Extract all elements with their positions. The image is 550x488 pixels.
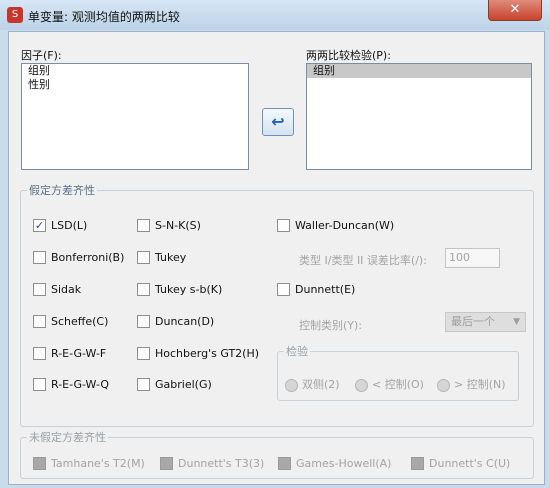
- two-sided-radio[interactable]: 双侧(2): [285, 378, 340, 394]
- checkbox-icon: [137, 314, 150, 328]
- checkbox-icon: [33, 282, 46, 296]
- games-howell-checkbox[interactable]: Games-Howell(A): [278, 456, 392, 473]
- tukey-b-label: Tukey s-b(K): [155, 283, 223, 296]
- dunnett-c-label: Dunnett's C(U): [429, 457, 511, 470]
- greater-control-label: > 控制(N): [454, 378, 506, 391]
- equal-variance-legend: 假定方差齐性: [29, 184, 95, 197]
- waller-duncan-checkbox[interactable]: Waller-Duncan(W): [277, 218, 395, 235]
- checkbox-icon: [137, 346, 150, 360]
- hochberg-label: Hochberg's GT2(H): [155, 347, 260, 360]
- tukey-label: Tukey: [155, 251, 187, 264]
- checkbox-icon: [137, 282, 150, 296]
- scheffe-label: Scheffe(C): [51, 315, 109, 328]
- check-icon: ✓: [33, 218, 46, 232]
- bonferroni-label: Bonferroni(B): [51, 251, 125, 264]
- duncan-label: Duncan(D): [155, 315, 215, 328]
- tamhane-checkbox[interactable]: Tamhane's T2(M): [33, 456, 145, 473]
- radio-icon: [437, 378, 450, 392]
- lsd-checkbox[interactable]: ✓ LSD(L): [33, 218, 88, 235]
- radio-icon: [285, 378, 298, 392]
- test-legend: 检验: [286, 345, 308, 358]
- snk-label: S-N-K(S): [155, 219, 201, 232]
- dunnett-label: Dunnett(E): [295, 283, 356, 296]
- waller-duncan-label: Waller-Duncan(W): [295, 219, 395, 232]
- posthoc-label: 两两比较检验(P):: [306, 49, 391, 62]
- less-control-label: < 控制(O): [372, 378, 424, 391]
- factors-list[interactable]: 组别 性别: [21, 63, 249, 170]
- checkbox-icon: [33, 346, 46, 360]
- hochberg-checkbox[interactable]: Hochberg's GT2(H): [137, 346, 260, 363]
- lsd-label: LSD(L): [51, 219, 88, 232]
- posthoc-list[interactable]: 组别: [306, 63, 532, 170]
- checkbox-icon: [33, 377, 46, 391]
- checkbox-icon: [33, 314, 46, 328]
- checkbox-icon: [277, 218, 290, 232]
- checkbox-icon: [411, 456, 424, 470]
- move-right-button[interactable]: ↩: [262, 108, 294, 136]
- regwf-label: R-E-G-W-F: [51, 347, 107, 360]
- two-sided-label: 双侧(2): [302, 378, 340, 391]
- control-category-label: 控制类别(Y):: [299, 319, 363, 332]
- dunnett-c-checkbox[interactable]: Dunnett's C(U): [411, 456, 511, 473]
- title-bar: S 单变量: 观测均值的两两比较 ✕: [0, 0, 550, 30]
- dunnett-t3-label: Dunnett's T3(3): [178, 457, 265, 470]
- bonferroni-checkbox[interactable]: Bonferroni(B): [33, 250, 125, 267]
- chevron-down-icon: ▼: [513, 317, 520, 327]
- regwq-checkbox[interactable]: R-E-G-W-Q: [33, 377, 109, 394]
- tamhane-label: Tamhane's T2(M): [51, 457, 145, 470]
- error-ratio-label: 类型 I/类型 II 误差比率(/):: [299, 254, 427, 267]
- list-item[interactable]: 组别: [307, 64, 531, 78]
- app-icon: S: [7, 7, 23, 23]
- control-category-select[interactable]: 最后一个 ▼: [445, 312, 526, 332]
- list-item[interactable]: 性别: [22, 78, 248, 92]
- checkbox-icon: [160, 456, 173, 470]
- radio-icon: [355, 378, 368, 392]
- factors-label: 因子(F):: [21, 49, 62, 62]
- snk-checkbox[interactable]: S-N-K(S): [137, 218, 201, 235]
- checkbox-icon: [278, 456, 291, 470]
- checkbox-icon: [33, 250, 46, 264]
- window-title: 单变量: 观测均值的两两比较: [28, 10, 180, 24]
- checkbox-icon: [137, 218, 150, 232]
- tukey-checkbox[interactable]: Tukey: [137, 250, 187, 267]
- checkbox-icon: [277, 282, 290, 296]
- list-item[interactable]: 组别: [22, 64, 248, 78]
- tukey-b-checkbox[interactable]: Tukey s-b(K): [137, 282, 223, 299]
- checkbox-icon: [33, 456, 46, 470]
- greater-control-radio[interactable]: > 控制(N): [437, 378, 506, 394]
- unequal-variance-legend: 未假定方差齐性: [29, 431, 106, 444]
- arrow-icon: ↩: [271, 112, 285, 131]
- control-category-value: 最后一个: [451, 315, 495, 328]
- error-ratio-input[interactable]: 100: [445, 248, 500, 268]
- gabriel-checkbox[interactable]: Gabriel(G): [137, 377, 212, 394]
- less-control-radio[interactable]: < 控制(O): [355, 378, 424, 394]
- regwf-checkbox[interactable]: R-E-G-W-F: [33, 346, 107, 363]
- gabriel-label: Gabriel(G): [155, 378, 212, 391]
- dunnett-checkbox[interactable]: Dunnett(E): [277, 282, 356, 299]
- scheffe-checkbox[interactable]: Scheffe(C): [33, 314, 109, 331]
- duncan-checkbox[interactable]: Duncan(D): [137, 314, 215, 331]
- checkbox-icon: [137, 377, 150, 391]
- close-button[interactable]: ✕: [488, 0, 542, 21]
- dialog-body: 因子(F): 组别 性别 ↩ 两两比较检验(P): 组别 假定方差齐性 ✓ LSD…: [8, 31, 545, 485]
- regwq-label: R-E-G-W-Q: [51, 378, 109, 391]
- games-howell-label: Games-Howell(A): [296, 457, 392, 470]
- sidak-checkbox[interactable]: Sidak: [33, 282, 82, 299]
- sidak-label: Sidak: [51, 283, 82, 296]
- checkbox-icon: [137, 250, 150, 264]
- dunnett-t3-checkbox[interactable]: Dunnett's T3(3): [160, 456, 265, 473]
